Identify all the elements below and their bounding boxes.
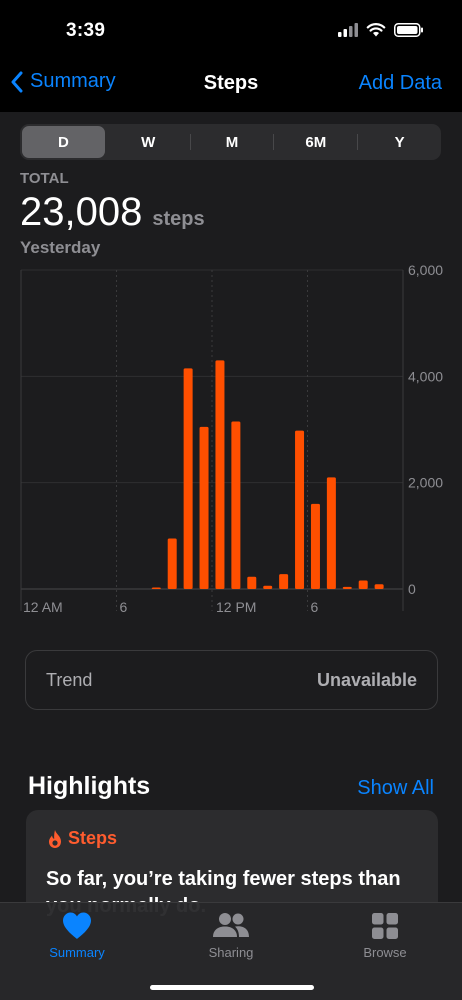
tab-sharing-label: Sharing xyxy=(208,945,254,960)
step-bar xyxy=(167,538,177,589)
highlight-category: Steps xyxy=(68,828,118,848)
step-bar xyxy=(247,576,257,589)
heart-icon xyxy=(63,912,91,939)
step-bar xyxy=(199,426,209,589)
step-bar xyxy=(263,585,273,589)
range-tab-week[interactable]: W xyxy=(107,124,190,160)
range-tab-month[interactable]: M xyxy=(191,124,274,160)
range-tab-day[interactable]: D xyxy=(22,126,105,158)
step-bar xyxy=(342,586,352,589)
battery-icon xyxy=(394,22,423,37)
total-steps-unit: steps xyxy=(152,208,205,230)
tab-summary[interactable]: Summary xyxy=(0,903,154,1000)
y-tick-label: 6,000 xyxy=(408,262,443,278)
step-bar xyxy=(358,580,368,589)
wifi-icon xyxy=(366,23,386,37)
step-bar xyxy=(151,587,161,589)
x-tick-label: 12 AM xyxy=(23,599,63,615)
total-steps-value: 23,008 xyxy=(20,190,143,234)
people-icon xyxy=(213,913,249,937)
step-bar xyxy=(295,430,305,589)
total-label: TOTAL xyxy=(20,170,69,187)
highlight-card-header: Steps xyxy=(46,828,117,849)
step-bar xyxy=(231,421,241,589)
range-tab-6month[interactable]: 6M xyxy=(274,124,357,160)
steps-panel: D W M 6M Y TOTAL 23,008 steps Yesterday … xyxy=(0,112,462,730)
step-bar xyxy=(326,477,336,589)
steps-bar-chart[interactable]: 6,000 4,000 2,000 0 12 AM 6 12 PM 6 xyxy=(0,262,462,622)
step-bar xyxy=(374,584,384,589)
home-indicator xyxy=(150,985,314,990)
range-tab-year[interactable]: Y xyxy=(358,124,441,160)
cellular-signal-icon xyxy=(338,22,358,37)
step-bar xyxy=(310,503,320,589)
flame-icon xyxy=(49,829,61,848)
nav-bar: Summary Steps Add Data xyxy=(0,60,462,112)
highlights-title: Highlights xyxy=(28,772,151,800)
tab-browse-label: Browse xyxy=(363,945,407,960)
tab-browse[interactable]: Browse xyxy=(308,903,462,1000)
total-row: 23,008 steps xyxy=(20,190,205,235)
status-bar: 3:39 xyxy=(0,0,462,60)
status-icons xyxy=(338,22,424,37)
tab-summary-label: Summary xyxy=(49,945,105,960)
x-tick-label: 12 PM xyxy=(216,599,256,615)
add-data-button[interactable]: Add Data xyxy=(359,72,442,95)
step-bar xyxy=(279,574,289,589)
range-segmented-control: D W M 6M Y xyxy=(20,124,441,160)
y-tick-label: 0 xyxy=(408,581,416,597)
show-all-link[interactable]: Show All xyxy=(357,777,434,800)
grid-icon xyxy=(372,913,398,939)
x-tick-label: 6 xyxy=(120,599,128,615)
trend-row[interactable]: Trend Unavailable xyxy=(25,650,438,710)
period-label: Yesterday xyxy=(20,238,101,257)
y-tick-label: 2,000 xyxy=(408,475,443,491)
y-tick-label: 4,000 xyxy=(408,368,443,384)
step-bar xyxy=(183,368,193,589)
status-time: 3:39 xyxy=(66,20,106,41)
x-tick-label: 6 xyxy=(311,599,319,615)
trend-label: Trend xyxy=(46,669,93,690)
step-bar xyxy=(215,360,225,589)
trend-value: Unavailable xyxy=(316,669,417,690)
